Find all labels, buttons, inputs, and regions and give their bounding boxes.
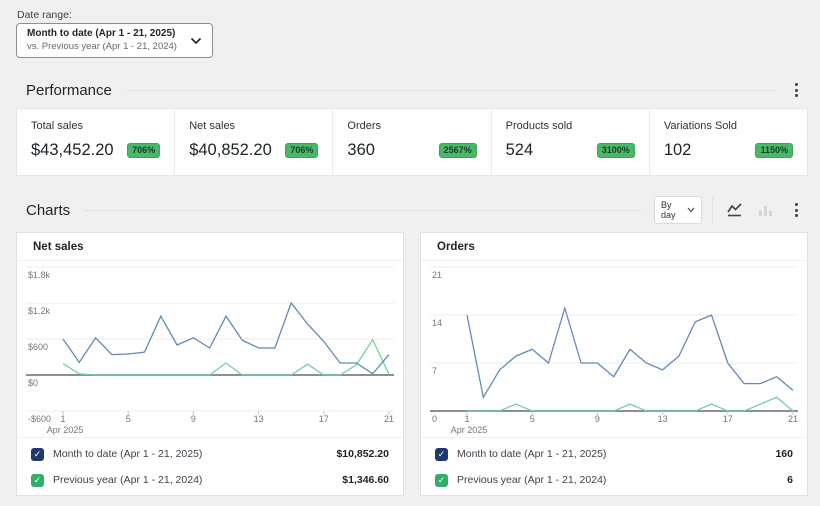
- stat-value: 102: [663, 141, 692, 159]
- stat-value: $43,452.20: [31, 141, 114, 159]
- svg-text:17: 17: [723, 414, 733, 424]
- divider: [712, 197, 713, 223]
- interval-select[interactable]: By day: [654, 196, 702, 224]
- checkbox-checked-icon: ✓: [435, 447, 448, 461]
- svg-text:17: 17: [319, 414, 329, 424]
- legend-total: $10,852.20: [336, 448, 389, 460]
- orders-chart-card: Orders 21 14 7 0 1 5 9 13 17 21 Apr 2025 ✓ Month t…: [420, 232, 808, 496]
- divider: [84, 209, 642, 211]
- svg-text:Apr 2025: Apr 2025: [47, 425, 84, 435]
- checkbox-checked-icon: ✓: [31, 447, 44, 461]
- charts-section-header: Charts By day: [16, 196, 804, 224]
- chart-title: Orders: [421, 233, 807, 261]
- svg-text:21: 21: [432, 270, 442, 280]
- chart-legend: ✓ Month to date (Apr 1 - 21, 2025) $10,8…: [17, 437, 403, 493]
- stat-label: Total sales: [31, 120, 83, 132]
- chart-legend: ✓ Month to date (Apr 1 - 21, 2025) 160 ✓…: [421, 437, 807, 493]
- svg-text:9: 9: [595, 414, 600, 424]
- svg-text:5: 5: [530, 414, 535, 424]
- stat-value: $40,852.20: [189, 141, 272, 159]
- svg-text:$1.8k: $1.8k: [28, 270, 51, 280]
- date-range-label: Date range:: [17, 9, 72, 21]
- date-range-text: Month to date (Apr 1 - 21, 2025) vs. Pre…: [27, 28, 177, 52]
- stat-net-sales[interactable]: Net sales $40,852.20 706%: [174, 109, 332, 175]
- svg-text:$1.2k: $1.2k: [28, 306, 51, 316]
- legend-total: 160: [775, 448, 793, 460]
- svg-text:1: 1: [464, 414, 469, 424]
- svg-text:7: 7: [432, 366, 437, 376]
- date-range-secondary: vs. Previous year (Apr 1 - 21, 2024): [27, 40, 177, 52]
- date-range-select[interactable]: Month to date (Apr 1 - 21, 2025) vs. Pre…: [16, 23, 213, 58]
- chart-title: Net sales: [17, 233, 403, 261]
- net-sales-line-chart[interactable]: $1.8k $1.2k $600 $0 -$600 1 5 9 13 17 21 Apr 2025: [26, 261, 394, 437]
- svg-text:13: 13: [658, 414, 668, 424]
- stat-change-badge: 1150%: [755, 143, 794, 158]
- stat-change-badge: 2567%: [438, 143, 477, 158]
- date-range-primary: Month to date (Apr 1 - 21, 2025): [27, 28, 176, 40]
- svg-text:21: 21: [788, 414, 798, 424]
- orders-line-chart[interactable]: 21 14 7 0 1 5 9 13 17 21 Apr 2025: [430, 261, 798, 437]
- stat-change-badge: 706%: [285, 143, 319, 158]
- svg-text:1: 1: [60, 414, 65, 424]
- stat-label: Orders: [347, 120, 382, 132]
- stat-products-sold[interactable]: Products sold 524 3100%: [490, 109, 649, 175]
- performance-section-header: Performance: [16, 79, 804, 101]
- legend-toggle-previous-period[interactable]: ✓ Previous year (Apr 1 - 21, 2024) $1,34…: [17, 467, 403, 493]
- svg-text:14: 14: [432, 318, 442, 328]
- legend-label: Previous year (Apr 1 - 21, 2024): [457, 474, 607, 486]
- stat-change-badge: 3100%: [596, 143, 635, 158]
- legend-toggle-current-period[interactable]: ✓ Month to date (Apr 1 - 21, 2025) $10,8…: [17, 441, 403, 467]
- charts-title: Charts: [26, 201, 71, 219]
- stat-label: Variations Sold: [663, 120, 737, 132]
- svg-text:$0: $0: [28, 378, 38, 388]
- stat-value: 524: [505, 141, 534, 159]
- svg-text:$600: $600: [28, 342, 48, 352]
- charts-controls: By day: [654, 196, 804, 224]
- svg-text:5: 5: [126, 414, 131, 424]
- stat-variations-sold[interactable]: Variations Sold 102 1150%: [648, 109, 807, 175]
- legend-toggle-current-period[interactable]: ✓ Month to date (Apr 1 - 21, 2025) 160: [421, 441, 807, 467]
- kebab-menu-icon[interactable]: [789, 79, 804, 101]
- svg-text:Apr 2025: Apr 2025: [451, 425, 488, 435]
- line-chart-icon[interactable]: [723, 199, 746, 221]
- stat-value: 360: [347, 141, 375, 159]
- performance-title: Performance: [26, 81, 112, 99]
- legend-toggle-previous-period[interactable]: ✓ Previous year (Apr 1 - 21, 2024) 6: [421, 467, 807, 493]
- divider: [125, 89, 777, 91]
- legend-label: Previous year (Apr 1 - 21, 2024): [53, 474, 203, 486]
- checkbox-checked-icon: ✓: [31, 473, 44, 487]
- svg-text:9: 9: [191, 414, 196, 424]
- interval-select-value: By day: [661, 200, 676, 220]
- svg-text:-$600: -$600: [28, 414, 51, 424]
- bar-chart-icon[interactable]: [754, 199, 777, 221]
- legend-label: Month to date (Apr 1 - 21, 2025): [53, 448, 203, 460]
- svg-text:13: 13: [254, 414, 264, 424]
- legend-total: $1,346.60: [342, 474, 389, 486]
- svg-text:0: 0: [432, 414, 437, 424]
- stat-change-badge: 706%: [127, 143, 161, 158]
- chevron-down-icon: [687, 205, 695, 215]
- chevron-down-icon: [190, 37, 202, 45]
- stat-label: Net sales: [189, 120, 236, 132]
- kebab-menu-icon[interactable]: [789, 199, 804, 221]
- legend-label: Month to date (Apr 1 - 21, 2025): [457, 448, 607, 460]
- stat-orders[interactable]: Orders 360 2567%: [332, 109, 490, 175]
- stat-total-sales[interactable]: Total sales $43,452.20 706%: [17, 109, 174, 175]
- svg-text:21: 21: [384, 414, 394, 424]
- stat-label: Products sold: [505, 120, 573, 132]
- performance-stats-strip: Total sales $43,452.20 706% Net sales $4…: [16, 108, 808, 176]
- net-sales-chart-card: Net sales $1.8k $1.2k $600 $0 -$600 1 5 9 13 17 21…: [16, 232, 404, 496]
- analytics-dashboard: Date range: Month to date (Apr 1 - 21, 2…: [0, 0, 820, 506]
- checkbox-checked-icon: ✓: [435, 473, 448, 487]
- legend-total: 6: [787, 474, 793, 486]
